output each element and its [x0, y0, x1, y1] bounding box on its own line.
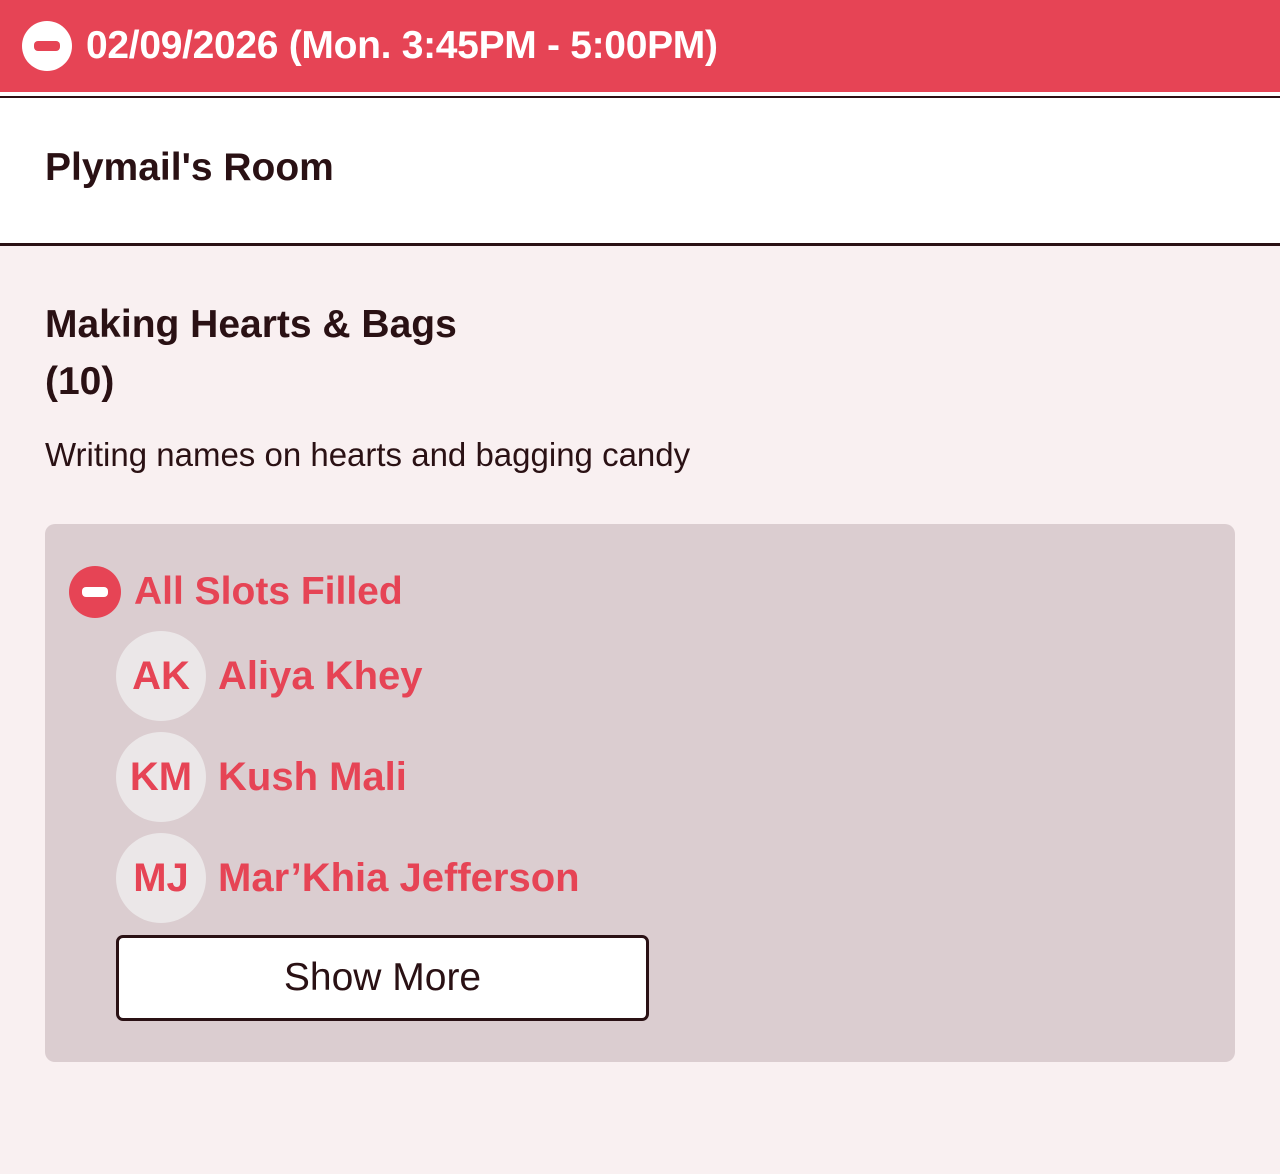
volunteer-name: Aliya Khey: [218, 653, 423, 698]
room-name: Plymail's Room: [45, 146, 334, 189]
avatar: MJ: [116, 833, 206, 923]
slots-status-label: All Slots Filled: [134, 570, 403, 613]
minus-circle-icon: [69, 566, 121, 618]
volunteer-item[interactable]: AK Aliya Khey: [116, 631, 423, 721]
volunteer-name: Mar’Khia Jefferson: [218, 855, 580, 900]
avatar: AK: [116, 631, 206, 721]
minus-circle-icon[interactable]: [22, 21, 72, 71]
activity-title: Making Hearts & Bags (10): [45, 296, 745, 410]
date-time-header[interactable]: 02/09/2026 (Mon. 3:45PM - 5:00PM): [0, 0, 1280, 92]
room-section: Plymail's Room: [0, 98, 1280, 246]
date-time-title: 02/09/2026 (Mon. 3:45PM - 5:00PM): [86, 24, 718, 67]
volunteer-item[interactable]: KM Kush Mali: [116, 732, 407, 822]
activity-description: Writing names on hearts and bagging cand…: [45, 436, 691, 473]
avatar: KM: [116, 732, 206, 822]
activity-slot-count: (10): [45, 360, 115, 403]
show-more-button[interactable]: Show More: [116, 935, 649, 1021]
slots-status: All Slots Filled: [69, 566, 403, 618]
slots-panel: All Slots Filled AK Aliya Khey KM Kush M…: [45, 524, 1235, 1062]
volunteer-name: Kush Mali: [218, 754, 407, 799]
volunteer-item[interactable]: MJ Mar’Khia Jefferson: [116, 833, 580, 923]
activity-name: Making Hearts & Bags: [45, 303, 457, 346]
